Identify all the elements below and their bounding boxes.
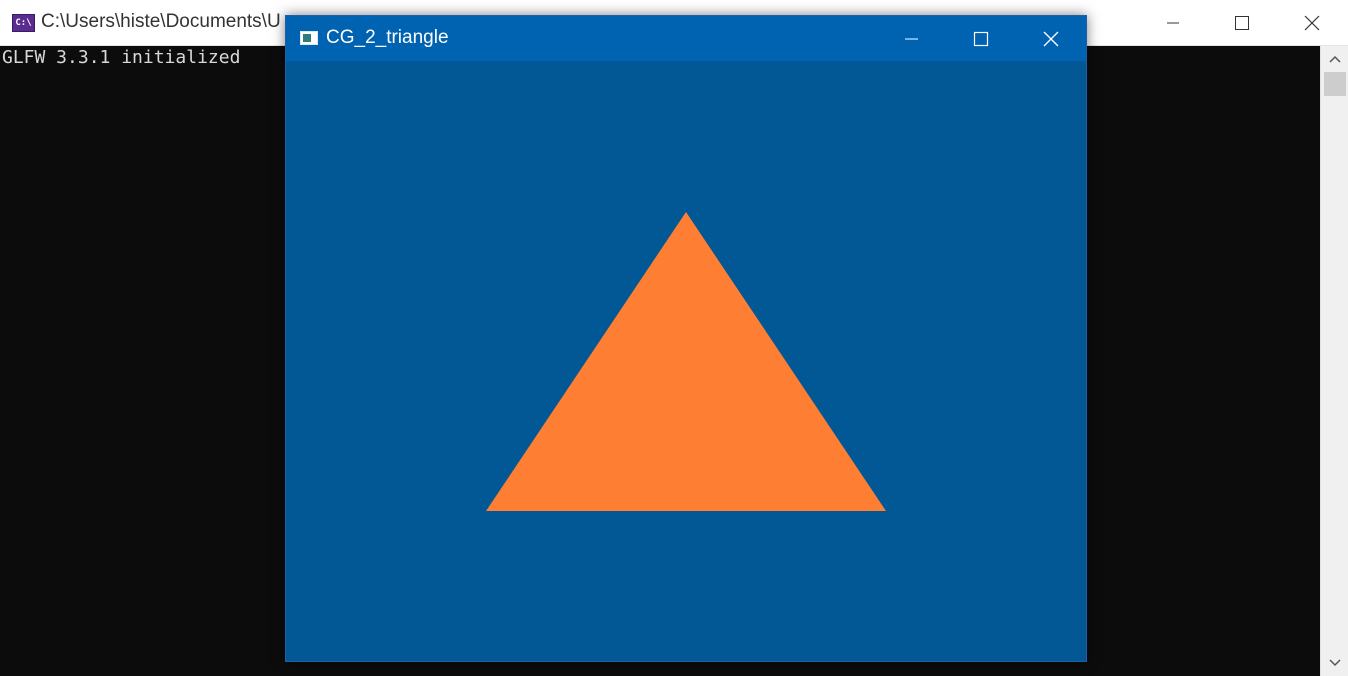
orange-triangle [486,212,886,511]
gl-app-icon [300,31,318,45]
gl-maximize-button[interactable] [946,16,1016,61]
gl-close-button[interactable] [1016,16,1086,61]
scroll-down-arrow[interactable] [1321,650,1348,676]
console-maximize-button[interactable] [1207,0,1277,46]
close-icon [1304,15,1320,31]
gl-titlebar[interactable]: CG_2_triangle [286,16,1086,61]
console-minimize-button[interactable] [1138,0,1208,46]
gl-window: CG_2_triangle [285,15,1087,662]
chevron-up-icon [1329,55,1341,63]
console-close-button[interactable] [1277,0,1347,46]
close-icon [1043,31,1059,46]
scroll-up-arrow[interactable] [1321,46,1348,72]
minimize-icon [905,38,918,39]
maximize-icon [973,31,989,46]
console-window-title: C:\Users\histe\Documents\U [41,11,281,32]
maximize-icon [1235,16,1249,30]
scroll-thumb[interactable] [1324,72,1346,96]
gl-minimize-button[interactable] [876,16,946,61]
gl-render-canvas[interactable] [286,61,1086,661]
minimize-icon [1167,22,1179,24]
gl-window-title: CG_2_triangle [326,27,449,48]
render-surface [486,212,886,511]
chevron-down-icon [1329,659,1341,667]
console-scrollbar[interactable] [1320,46,1348,676]
console-app-icon: C:\ [12,14,35,32]
console-output-text: GLFW 3.3.1 initialized [2,47,241,68]
